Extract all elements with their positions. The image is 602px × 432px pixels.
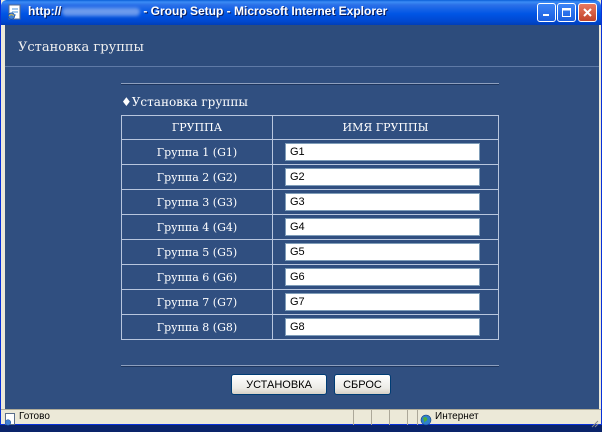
status-cell — [353, 410, 371, 425]
ie-page-icon — [7, 4, 23, 20]
group-name-input-g2[interactable] — [285, 168, 480, 186]
top-divider — [121, 83, 499, 85]
table-row: Группа 2 (G2) — [121, 164, 499, 190]
title-url-prefix: http:// — [28, 4, 62, 18]
table-row: Группа 6 (G6) — [121, 264, 499, 290]
table-row: Группа 4 (G4) — [121, 214, 499, 240]
status-cell — [389, 410, 407, 425]
table-row: Группа 5 (G5) — [121, 239, 499, 265]
status-cell — [371, 410, 389, 425]
column-header-group-name: ИМЯ ГРУППЫ — [272, 115, 499, 140]
status-cell — [407, 410, 417, 425]
minimize-icon — [543, 14, 549, 16]
status-bar: Готово Интернет — [1, 409, 601, 428]
group-label: Группа 1 (G1) — [121, 139, 273, 165]
page-title: Установка группы — [18, 40, 144, 55]
group-label: Группа 8 (G8) — [121, 314, 273, 340]
group-name-input-g6[interactable] — [285, 268, 480, 286]
group-name-input-g3[interactable] — [285, 193, 480, 211]
zone-cell: Интернет — [417, 410, 601, 426]
table-row: Группа 8 (G8) — [121, 314, 499, 340]
column-header-group: ГРУППА — [121, 115, 273, 140]
minimize-button[interactable] — [537, 3, 556, 22]
redacted-host — [62, 7, 141, 16]
group-label: Группа 7 (G7) — [121, 289, 273, 315]
close-button[interactable] — [578, 3, 597, 22]
title-suffix: - Group Setup - Microsoft Internet Explo… — [143, 4, 388, 18]
group-label: Группа 2 (G2) — [121, 164, 273, 190]
maximize-button[interactable] — [557, 3, 576, 22]
globe-icon — [420, 411, 432, 430]
group-name-input-g5[interactable] — [285, 243, 480, 261]
group-table: ГРУППА ИМЯ ГРУППЫ Группа 1 (G1) Группа 2… — [121, 115, 499, 340]
maximize-icon — [562, 8, 571, 17]
table-row: Группа 7 (G7) — [121, 289, 499, 315]
group-label: Группа 4 (G4) — [121, 214, 273, 240]
resize-grip-icon[interactable] — [589, 413, 599, 432]
browser-window: http:// - Group Setup - Microsoft Interne… — [0, 0, 602, 428]
title-bar[interactable]: http:// - Group Setup - Microsoft Interne… — [1, 0, 601, 25]
group-name-input-g7[interactable] — [285, 293, 480, 311]
status-text: Готово — [19, 411, 50, 422]
group-name-input-g1[interactable] — [285, 143, 480, 161]
page-content: Установка группы ♦Установка группы ГРУПП… — [5, 25, 599, 409]
group-label: Группа 5 (G5) — [121, 239, 273, 265]
group-label: Группа 6 (G6) — [121, 264, 273, 290]
section-title: ♦Установка группы — [121, 95, 248, 109]
group-name-input-g8[interactable] — [285, 318, 480, 336]
group-label: Группа 3 (G3) — [121, 189, 273, 215]
close-icon — [583, 8, 592, 17]
page-header: Установка группы — [5, 25, 599, 67]
reset-button[interactable]: СБРОС — [334, 374, 391, 395]
table-header-row: ГРУППА ИМЯ ГРУППЫ — [121, 115, 499, 140]
zone-text: Интернет — [435, 411, 479, 422]
group-name-input-g4[interactable] — [285, 218, 480, 236]
window-title: http:// - Group Setup - Microsoft Interne… — [28, 4, 387, 18]
table-row: Группа 1 (G1) — [121, 139, 499, 165]
set-button[interactable]: УСТАНОВКА — [231, 374, 327, 395]
page-icon — [4, 411, 17, 430]
table-row: Группа 3 (G3) — [121, 189, 499, 215]
bottom-divider — [121, 365, 499, 367]
